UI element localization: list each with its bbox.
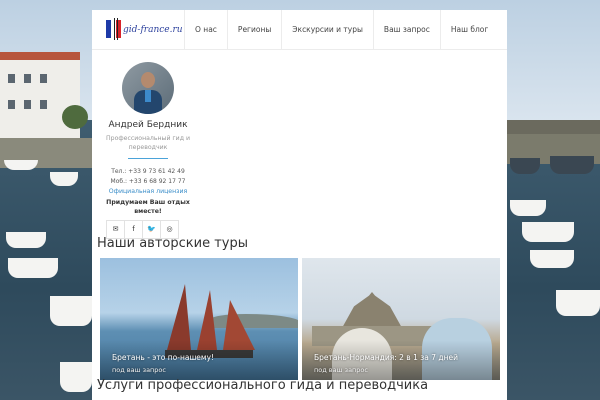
license-link[interactable]: Официальная лицензия: [92, 188, 204, 195]
background-boat: [530, 250, 574, 268]
nav-item-blog[interactable]: Наш блог: [439, 10, 498, 50]
avatar-body: [134, 90, 162, 114]
avatar-head: [141, 72, 155, 88]
main-nav: О нас Регионы Экскурсии и туры Ваш запро…: [184, 10, 498, 50]
profile-divider: [128, 158, 168, 159]
services-heading: Услуги профессионального гида и переводч…: [97, 378, 429, 393]
background-boat: [50, 172, 78, 186]
invite-text: Придумаем Ваш отдых вместе!: [106, 199, 190, 215]
tour-card-title: Бретань-Нормандия: 2 в 1 за 7 дней: [314, 353, 458, 362]
background-wall-right: [507, 120, 600, 134]
background-boat: [4, 160, 38, 170]
background-boat: [522, 222, 574, 242]
guide-name: Андрей Бердник: [108, 120, 188, 130]
avatar: [122, 62, 174, 114]
phone-number[interactable]: Тел.: +33 9 73 61 42 49: [92, 168, 204, 175]
background-boat: [510, 158, 540, 174]
nav-item-tours[interactable]: Экскурсии и туры: [281, 10, 373, 50]
logo-text: gid-france.ru: [123, 25, 183, 35]
guide-role: Профессиональный гид и переводчик: [106, 135, 190, 151]
content-panel: gid-france.ru О нас Регионы Экскурсии и …: [92, 10, 507, 400]
background-boat: [510, 200, 546, 216]
mont-saint-michel-image: [342, 292, 402, 328]
background-boat: [8, 258, 58, 278]
tour-card-subtitle: под ваш запрос: [314, 366, 368, 374]
nav-item-regions[interactable]: Регионы: [226, 10, 281, 50]
site-logo[interactable]: gid-france.ru: [106, 18, 183, 42]
mobile-number[interactable]: Моб.: +33 6 68 92 17 77: [92, 178, 204, 185]
background-boat: [50, 296, 92, 326]
background-boat: [550, 156, 594, 174]
background-boat: [556, 290, 600, 316]
tour-card-brittany-normandy[interactable]: Бретань-Нормандия: 2 в 1 за 7 дней под в…: [302, 258, 500, 380]
tour-card-brittany[interactable]: Бретань - это по-нашему! под ваш запрос: [100, 258, 298, 380]
nav-item-request[interactable]: Ваш запрос: [372, 10, 440, 50]
tour-card-title: Бретань - это по-нашему!: [112, 353, 215, 362]
top-navbar: gid-france.ru О нас Регионы Экскурсии и …: [92, 10, 507, 50]
background-boat: [60, 362, 92, 392]
nav-item-about[interactable]: О нас: [184, 10, 227, 50]
background-tree: [62, 105, 88, 129]
tour-card-subtitle: под ваш запрос: [112, 366, 166, 374]
tours-heading: Наши авторские туры: [97, 236, 248, 251]
eiffel-tower-icon: [114, 18, 118, 40]
background-boat: [6, 232, 46, 248]
